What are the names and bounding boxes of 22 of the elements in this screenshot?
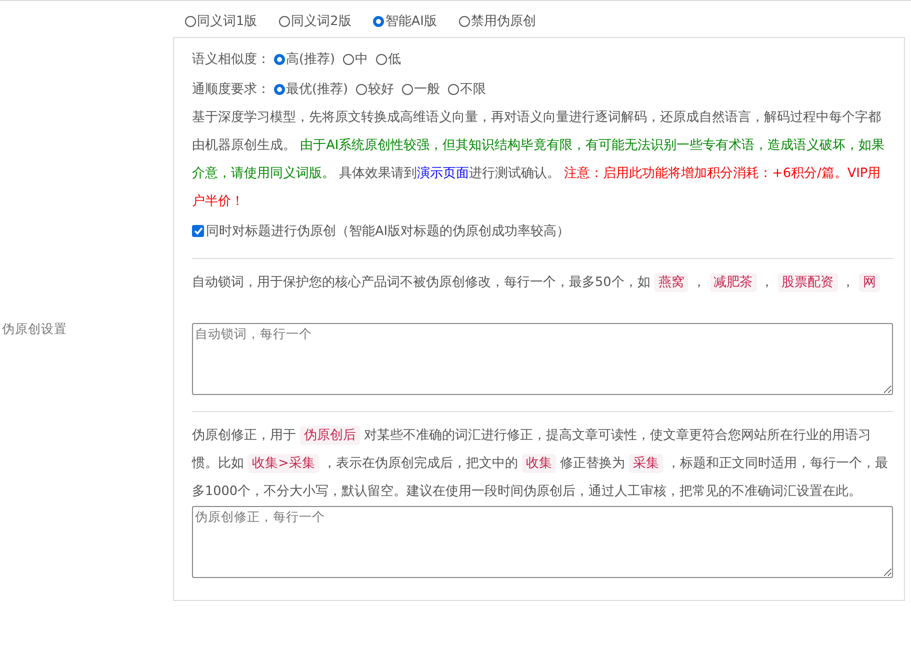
setting-label: 通顺度要求： (192, 80, 270, 98)
corrections-description: 伪原创修正，用于 伪原创后 对某些不准确的词汇进行修正，提高文章可读性，使文章更符合您网站所在行业的用语习惯。比如 收集>采集 ，表示在伪原创完成后，把文中的 收集 修正替换为 采集 ，标题和正文同时适用，每行一个，最多1000个，不分大小写，默认留空。建议在使用一段时间伪原创后，通过人工审核，把常见的不准确词汇设置在此。 (192, 425, 890, 501)
radio-option[interactable]: 低 (376, 50, 401, 68)
radio-option[interactable]: 较好 (356, 80, 394, 98)
radio-option[interactable]: 智能AI版 (373, 12, 437, 30)
description-text: 基于深度学习模型，先将原文转换成高维语义向量，再对语义向量进行逐词解码，还原成自然语言，解码过程中每个字都由机器原创生成。 由于AI系统原创性较强，但其知识结构毕竟有限，有可能无法识别一些专有术语，造成语义破坏，如果介意，请使用同义词版。 具体效果请到演示页面进行测试确认。 注意：启用此功能将增加积分消耗：+6积分/篇。VIP用户半价！ (192, 109, 886, 211)
lock-words-field[interactable]: 自动锁词，每行一个 (192, 323, 893, 395)
radio-option[interactable]: 同义词2版 (279, 12, 352, 30)
title-checkbox[interactable]: 同时对标题进行伪原创（智能AI版对标题的伪原创成功率较高） (192, 222, 570, 240)
demo-page-link[interactable]: 演示页面 (417, 166, 470, 181)
lock-words-description: 自动锁词，用于保护您的核心产品词不被伪原创修改，每行一个，最多50个，如 燕窝 ， 减肥茶 ， 股票配资 ， 网 (192, 269, 893, 297)
setting-label: 语义相似度： (192, 50, 270, 68)
radio-option[interactable]: 禁用伪原创 (458, 12, 536, 30)
corrections-field[interactable]: 伪原创修正，每行一个 (192, 506, 893, 578)
radio-option[interactable]: 最优(推荐) (274, 80, 348, 98)
checkbox-icon[interactable] (192, 225, 204, 237)
radio-option[interactable]: 同义词1版 (185, 12, 258, 30)
radio-option[interactable]: 高(推荐) (274, 50, 335, 68)
radio-option[interactable]: 一般 (402, 80, 440, 98)
radio-option[interactable]: 中 (343, 50, 368, 68)
section-label: 伪原创设置 (1, 321, 67, 336)
radio-option[interactable]: 不限 (448, 80, 486, 98)
